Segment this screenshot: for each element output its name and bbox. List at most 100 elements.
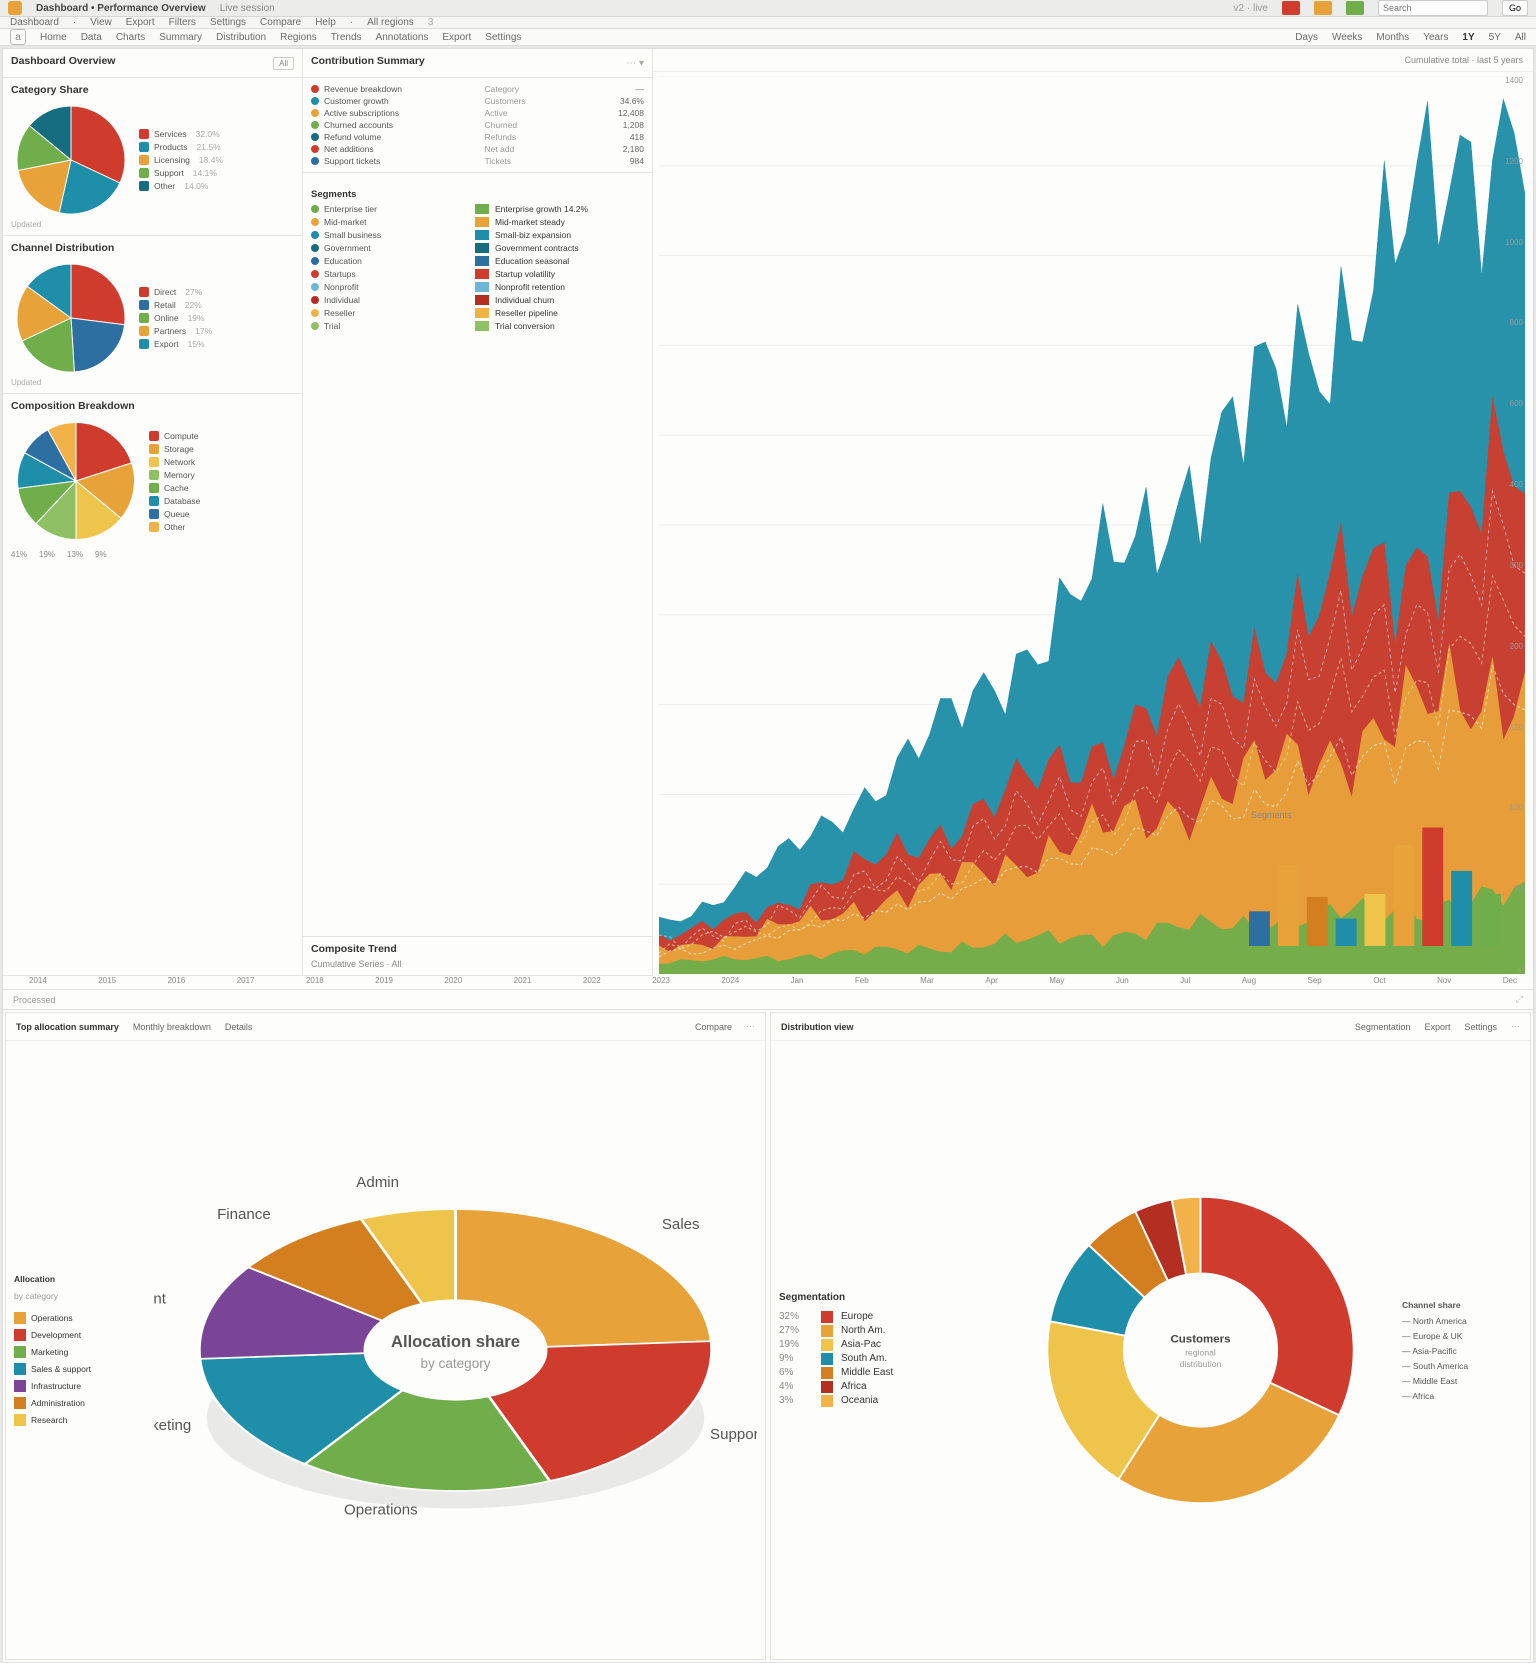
menu-item[interactable]: View bbox=[90, 17, 112, 28]
top-region: Dashboard Overview All Category Share Se… bbox=[3, 49, 1533, 1009]
svg-text:distribution: distribution bbox=[1180, 1359, 1222, 1369]
sidebar: Dashboard Overview All Category Share Se… bbox=[3, 49, 303, 976]
menu-item[interactable]: Compare bbox=[260, 17, 301, 28]
menu-sep: · bbox=[350, 17, 353, 28]
y-tick: 1000 bbox=[1505, 238, 1523, 247]
menu-item[interactable]: Settings bbox=[210, 17, 246, 28]
segment-item[interactable]: Mid-market bbox=[311, 217, 461, 227]
legend-item: Network bbox=[149, 457, 200, 467]
legend-item[interactable]: Development bbox=[14, 1329, 144, 1341]
panel-l-tab[interactable]: Details bbox=[225, 1022, 253, 1032]
range-option[interactable]: Days bbox=[1295, 32, 1318, 43]
svg-text:Segments: Segments bbox=[1251, 810, 1292, 820]
sidebar-title: Dashboard Overview bbox=[11, 55, 115, 67]
legend-item[interactable]: Infrastructure bbox=[14, 1380, 144, 1392]
legend-item[interactable]: 32%Europe bbox=[779, 1311, 999, 1323]
expand-icon[interactable]: ⤢ bbox=[1516, 994, 1523, 1005]
panel-r-tab[interactable]: Segmentation bbox=[1355, 1022, 1411, 1032]
more-icon[interactable]: ⋯ bbox=[1511, 1021, 1520, 1032]
svg-text:Operations: Operations bbox=[344, 1502, 418, 1519]
legend-item[interactable]: 3%Oceania bbox=[779, 1395, 999, 1407]
legend-item[interactable]: 19%Asia-Pac bbox=[779, 1339, 999, 1351]
center-header: Contribution Summary ⋯ ▾ bbox=[303, 49, 652, 78]
search-input[interactable] bbox=[1378, 0, 1488, 16]
panel-r-tab[interactable]: Export bbox=[1424, 1022, 1450, 1032]
tab[interactable]: Annotations bbox=[376, 32, 429, 43]
tab[interactable]: Distribution bbox=[216, 32, 266, 43]
legend-item: Cache bbox=[149, 483, 200, 493]
main-chart[interactable]: 140012001000800600400300200150100500 Seg… bbox=[659, 76, 1525, 974]
legend-item: Online19% bbox=[139, 313, 212, 323]
legend-item[interactable]: 6%Middle East bbox=[779, 1367, 999, 1379]
legend-item[interactable]: Administration bbox=[14, 1397, 144, 1409]
menu-item[interactable]: Dashboard bbox=[10, 17, 59, 28]
search-go-button[interactable]: Go bbox=[1502, 0, 1528, 16]
panel-r-chart: Customersregionaldistribution bbox=[1009, 1047, 1392, 1653]
more-icon[interactable]: ⋯ bbox=[746, 1021, 755, 1032]
panel-l-tab[interactable]: Compare bbox=[695, 1022, 732, 1032]
tab[interactable]: Export bbox=[442, 32, 471, 43]
legend-item: Other bbox=[149, 522, 200, 532]
legend-item[interactable]: Operations bbox=[14, 1312, 144, 1324]
x-tick: 2024 bbox=[721, 976, 739, 985]
panel-r-tab[interactable]: Distribution view bbox=[781, 1022, 854, 1032]
panel-r-callouts: Channel share — North America— Europe & … bbox=[1402, 1300, 1522, 1401]
x-tick: 2014 bbox=[29, 976, 47, 985]
legend-item[interactable]: 4%Africa bbox=[779, 1381, 999, 1393]
tab[interactable]: Settings bbox=[485, 32, 521, 43]
sidebar-tag[interactable]: All bbox=[273, 57, 294, 70]
panel-l-tab[interactable]: Top allocation summary bbox=[16, 1022, 119, 1032]
app-root: Dashboard • Performance Overview Live se… bbox=[0, 0, 1536, 1536]
range-option[interactable]: 1Y bbox=[1462, 32, 1474, 43]
tab[interactable]: Summary bbox=[159, 32, 202, 43]
range-option[interactable]: All bbox=[1515, 32, 1526, 43]
tab[interactable]: Trends bbox=[331, 32, 362, 43]
tool-orange-icon[interactable] bbox=[1314, 1, 1332, 15]
svg-text:Admin: Admin bbox=[356, 1174, 399, 1191]
segment-item[interactable]: Trial bbox=[311, 321, 461, 331]
legend-item: Storage bbox=[149, 444, 200, 454]
segment-item[interactable]: Startups bbox=[311, 269, 461, 279]
color-swatch bbox=[475, 295, 489, 305]
y-tick: 1200 bbox=[1505, 157, 1523, 166]
legend-item[interactable]: Marketing bbox=[14, 1346, 144, 1358]
x-tick: Jan bbox=[791, 976, 804, 985]
filter-icon[interactable]: ⋯ ▾ bbox=[626, 58, 644, 69]
segment-item[interactable]: Reseller bbox=[311, 308, 461, 318]
segment-item[interactable]: Individual bbox=[311, 295, 461, 305]
range-option[interactable]: Weeks bbox=[1332, 32, 1362, 43]
panel-l-tabs: Top allocation summary Monthly breakdown… bbox=[6, 1013, 765, 1041]
panel-r-boxlegend: Segmentation 32%Europe27%North Am.19%Asi… bbox=[779, 1292, 999, 1409]
legend-item[interactable]: 27%North Am. bbox=[779, 1325, 999, 1337]
range-option[interactable]: Years bbox=[1423, 32, 1448, 43]
panel-l-tab[interactable]: Monthly breakdown bbox=[133, 1022, 211, 1032]
segment-item[interactable]: Enterprise tier bbox=[311, 204, 461, 214]
tabbar: a Home Data Charts Summary Distribution … bbox=[0, 29, 1536, 46]
range-option[interactable]: Months bbox=[1376, 32, 1409, 43]
menu-item[interactable]: All regions bbox=[367, 17, 414, 28]
color-label: Reseller pipeline bbox=[495, 308, 588, 318]
menu-item[interactable]: Filters bbox=[169, 17, 196, 28]
tool-red-icon[interactable] bbox=[1282, 1, 1300, 15]
color-label: Small-biz expansion bbox=[495, 230, 588, 240]
segment-item[interactable]: Small business bbox=[311, 230, 461, 240]
legend-item[interactable]: 9%South Am. bbox=[779, 1353, 999, 1365]
y-tick: 800 bbox=[1505, 318, 1523, 327]
tool-green-icon[interactable] bbox=[1346, 1, 1364, 15]
tab[interactable]: Regions bbox=[280, 32, 317, 43]
menu-item[interactable]: Export bbox=[126, 17, 155, 28]
segment-item[interactable]: Government bbox=[311, 243, 461, 253]
panel-r-tab[interactable]: Settings bbox=[1464, 1022, 1497, 1032]
legend-item[interactable]: Research bbox=[14, 1414, 144, 1426]
range-option[interactable]: 5Y bbox=[1489, 32, 1501, 43]
tab[interactable]: Data bbox=[81, 32, 102, 43]
segment-item[interactable]: Education bbox=[311, 256, 461, 266]
tab[interactable]: Home bbox=[40, 32, 67, 43]
menu-item[interactable]: Help bbox=[315, 17, 336, 28]
svg-text:Allocation share: Allocation share bbox=[391, 1332, 520, 1351]
segment-item[interactable]: Nonprofit bbox=[311, 282, 461, 292]
tab[interactable]: Charts bbox=[116, 32, 145, 43]
legend-item: Database bbox=[149, 496, 200, 506]
legend-item[interactable]: Sales & support bbox=[14, 1363, 144, 1375]
svg-text:Finance: Finance bbox=[217, 1206, 271, 1223]
